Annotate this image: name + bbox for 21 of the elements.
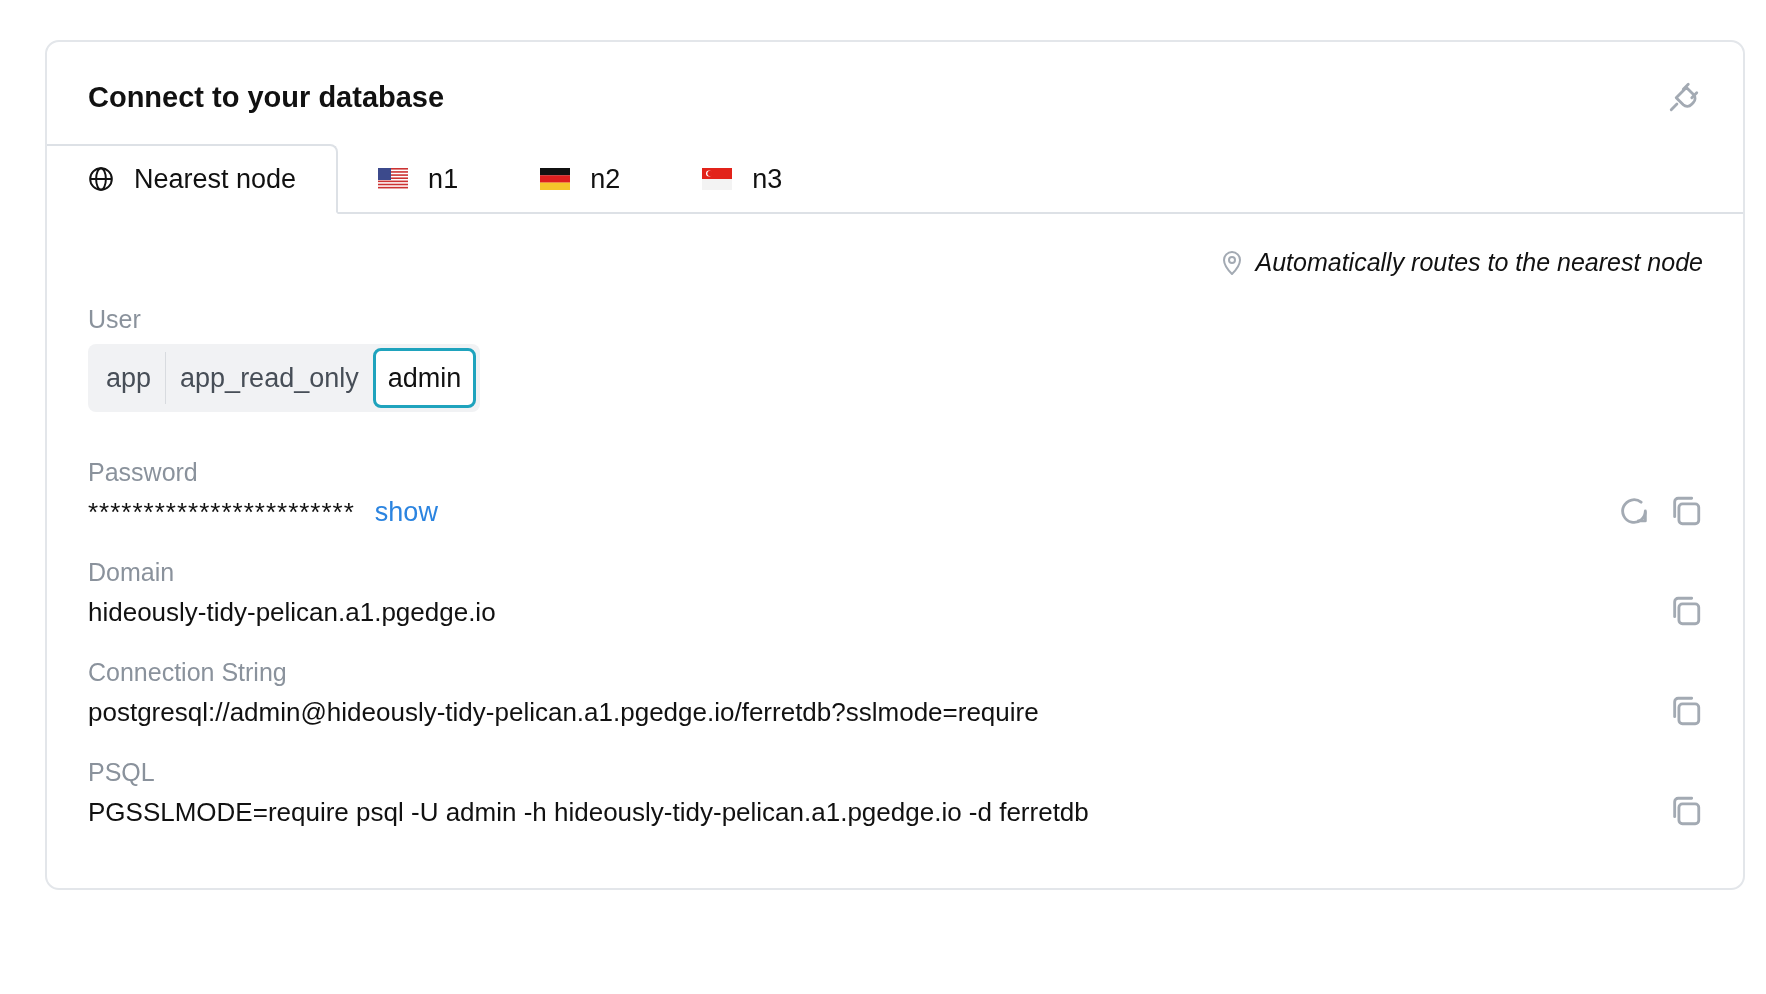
field-label: Domain [88, 558, 176, 587]
user-option[interactable]: app_read_only [166, 348, 373, 408]
flag-icon [702, 168, 733, 190]
field-value: hideously-tidy-pelican.a1.pgedge.io [88, 597, 496, 628]
masked-password: ************************ [88, 497, 355, 528]
show-link[interactable]: show [374, 497, 438, 528]
flag-icon [540, 168, 571, 190]
user-option[interactable]: admin [372, 348, 477, 408]
plug-icon [1667, 80, 1701, 114]
flag-icon [378, 168, 409, 190]
field-value: PGSSLMODE=require psql -U admin -h hideously-tidy-pelican.a1.pgedge.io -d ferretdb [88, 797, 1089, 828]
field-value: postgresql://admin@hideously-tidy-pelican.a1.pgedge.io/ferretdb?sslmode=require [88, 697, 1039, 728]
card-title: Connect to your database [88, 80, 445, 114]
globe-icon [88, 166, 114, 192]
node-tab[interactable]: Nearest node [47, 144, 339, 214]
field-label: Connection String [88, 658, 288, 687]
field-label: PSQL [88, 758, 156, 787]
user-option[interactable]: app [92, 348, 166, 408]
field-label: Password [88, 458, 199, 487]
field-label: User [88, 305, 142, 334]
routing-note: Automatically routes to the nearest node [1255, 248, 1703, 277]
